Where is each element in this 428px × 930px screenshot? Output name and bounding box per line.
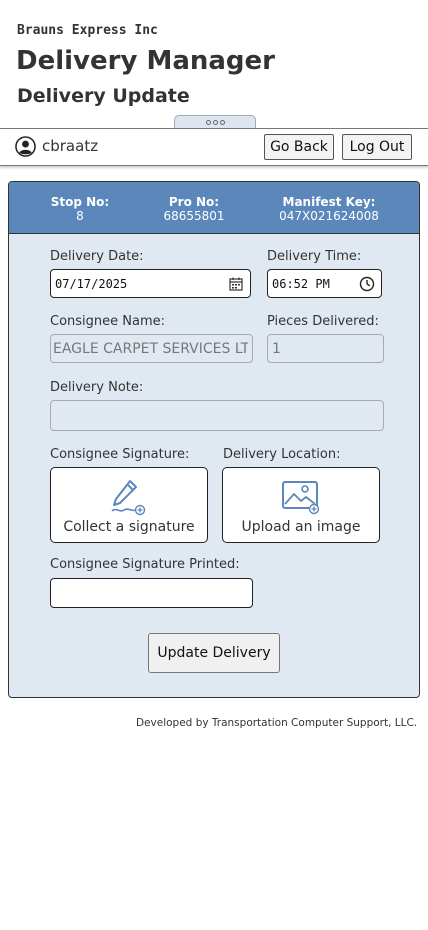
go-back-button[interactable]: Go Back — [264, 134, 334, 160]
delivery-location-label: Delivery Location: — [223, 447, 341, 462]
consignee-name-field — [50, 334, 253, 363]
menu-dot-icon — [205, 120, 211, 125]
user-bar: cbraatz Go Back Log Out — [0, 128, 428, 166]
image-upload-icon — [282, 481, 320, 515]
menu-toggle-tab[interactable] — [174, 115, 256, 129]
footer-credit: Developed by Transportation Computer Sup… — [136, 717, 418, 729]
delivery-date-field[interactable] — [50, 269, 251, 298]
stop-number-label: Stop No: — [50, 195, 110, 209]
menu-dot-icon — [219, 120, 225, 125]
stop-number: Stop No: 8 — [49, 195, 111, 223]
delivery-time-label: Delivery Time: — [267, 249, 362, 264]
menu-dot-icon — [212, 120, 218, 125]
manifest-key-label: Manifest Key: — [282, 195, 376, 209]
username: cbraatz — [42, 137, 99, 155]
stop-number-value: 8 — [76, 209, 84, 223]
signature-printed-input[interactable] — [51, 579, 252, 607]
calendar-icon[interactable] — [228, 276, 244, 292]
delivery-note-field[interactable] — [50, 400, 384, 431]
signature-printed-label: Consignee Signature Printed: — [50, 557, 240, 572]
delivery-date-input[interactable] — [51, 270, 250, 297]
collect-signature-text: Collect a signature — [63, 519, 195, 535]
app-title: Delivery Manager — [16, 46, 275, 76]
delivery-date-label: Delivery Date: — [50, 249, 144, 264]
pro-number-label: Pro No: — [168, 195, 220, 209]
pro-number-value: 68655801 — [163, 209, 225, 223]
consignee-name-input — [51, 335, 252, 362]
collect-signature-button[interactable]: Collect a signature — [50, 467, 208, 543]
signature-printed-field[interactable] — [50, 578, 253, 608]
delivery-update-card: Stop No: 8 Pro No: 68655801 Manifest Key… — [8, 181, 420, 698]
page-title: Delivery Update — [17, 85, 190, 107]
manifest-key: Manifest Key: 047X021624008 — [271, 195, 387, 223]
signature-pen-icon — [111, 480, 146, 516]
consignee-name-label: Consignee Name: — [50, 314, 166, 329]
pieces-delivered-label: Pieces Delivered: — [267, 314, 379, 329]
user-avatar-icon — [15, 136, 36, 157]
stop-info-header: Stop No: 8 Pro No: 68655801 Manifest Key… — [9, 182, 419, 234]
delivery-time-field[interactable] — [267, 269, 382, 298]
delivery-note-input[interactable] — [51, 401, 383, 430]
manifest-key-value: 047X021624008 — [279, 209, 379, 223]
delivery-note-label: Delivery Note: — [50, 380, 144, 395]
update-delivery-button[interactable]: Update Delivery — [148, 633, 280, 673]
upload-image-button[interactable]: Upload an image — [222, 467, 380, 543]
pieces-delivered-input — [268, 335, 383, 362]
log-out-button[interactable]: Log Out — [342, 134, 412, 160]
pieces-delivered-field — [267, 334, 384, 363]
clock-icon[interactable] — [359, 276, 375, 292]
pro-number: Pro No: 68655801 — [159, 195, 229, 223]
upload-image-text: Upload an image — [241, 519, 361, 535]
company-name: Brauns Express Inc — [17, 23, 158, 38]
consignee-signature-label: Consignee Signature: — [50, 447, 190, 462]
